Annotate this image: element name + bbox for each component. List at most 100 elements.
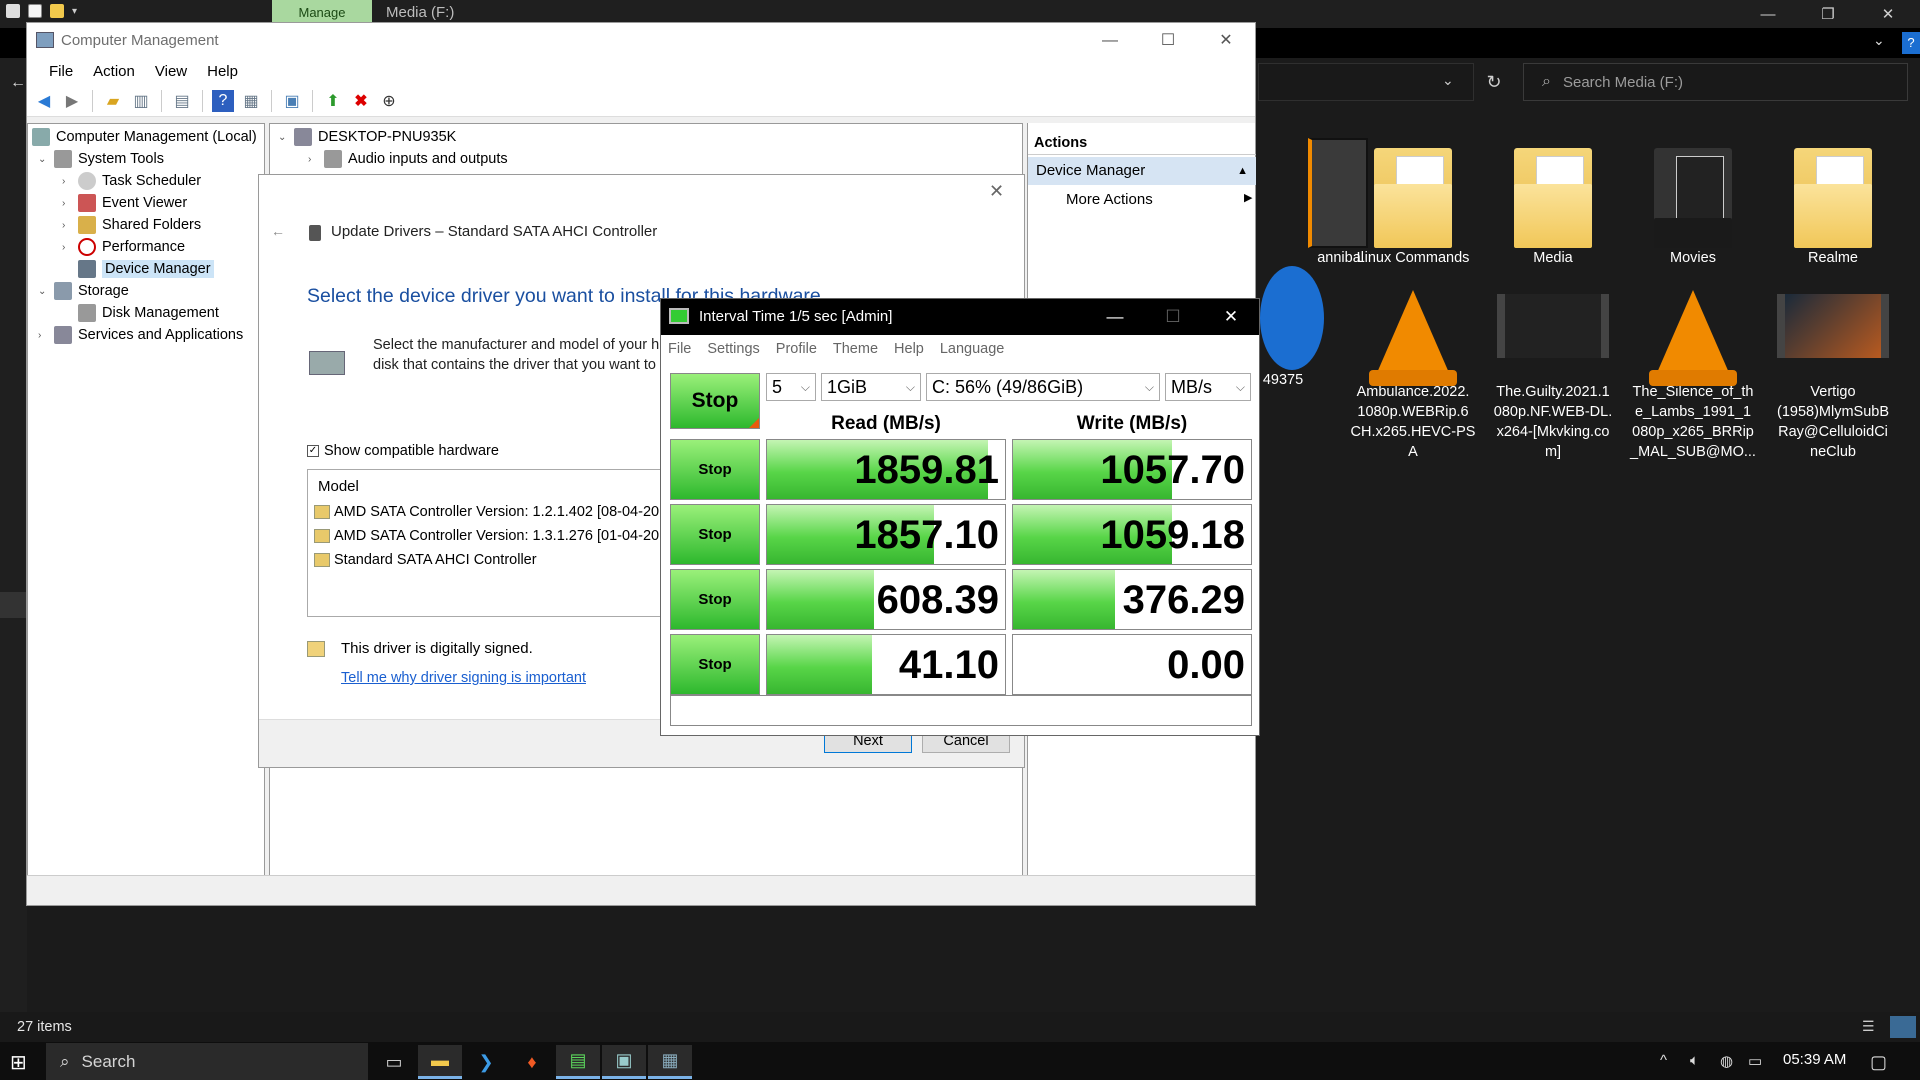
tree-item-task-scheduler[interactable]: › Task Scheduler: [62, 172, 201, 190]
menu-language[interactable]: Language: [940, 339, 1005, 357]
expand-icon[interactable]: ›: [62, 220, 72, 231]
address-dropdown-icon[interactable]: ⌄: [1442, 72, 1454, 89]
explorer-minimize-button[interactable]: —: [1740, 2, 1796, 28]
customize-toolbar-icon[interactable]: ▾: [72, 6, 77, 17]
tree-item-services[interactable]: › Services and Applications: [38, 326, 243, 344]
tree-item-system-tools[interactable]: ⌄ System Tools: [38, 150, 164, 168]
tree-item-performance[interactable]: › Performance: [62, 238, 185, 256]
test-size-select[interactable]: 1GiB ⌵: [821, 373, 921, 401]
menu-view[interactable]: View: [145, 59, 197, 85]
diskmark-close-button[interactable]: ✕: [1203, 301, 1259, 333]
expand-ribbon-icon[interactable]: ⌄: [1873, 32, 1885, 49]
model-list-item[interactable]: AMD SATA Controller Version: 1.2.1.402 […: [314, 504, 675, 520]
tab-manage[interactable]: Manage: [272, 0, 372, 22]
taskbar-search-box[interactable]: ⌕ Search: [46, 1043, 368, 1080]
diskmark-minimize-button[interactable]: —: [1087, 301, 1143, 333]
tree-item-event-viewer[interactable]: › Event Viewer: [62, 194, 187, 212]
row-stop-button[interactable]: Stop: [670, 634, 760, 695]
expand-icon[interactable]: ›: [62, 242, 72, 253]
diskmark-app-icon[interactable]: ▤: [556, 1045, 600, 1079]
properties-icon[interactable]: ▤: [171, 90, 193, 112]
volume-icon[interactable]: 🔈︎: [1690, 1052, 1699, 1069]
file-explorer-icon[interactable]: ▬: [418, 1045, 462, 1079]
show-hide-tree-icon[interactable]: ▥: [130, 90, 152, 112]
collapse-up-icon[interactable]: ▲: [1237, 157, 1248, 185]
collapse-icon[interactable]: ⌄: [38, 286, 48, 297]
menu-profile[interactable]: Profile: [776, 339, 817, 357]
windows-start-icon[interactable]: ⊞: [10, 1050, 27, 1075]
tree-item-root[interactable]: Computer Management (Local): [32, 128, 257, 146]
row-stop-button[interactable]: Stop: [670, 439, 760, 500]
new-folder-icon[interactable]: [50, 4, 64, 18]
scan-hardware-icon[interactable]: ▣: [281, 90, 303, 112]
driver-signing-link[interactable]: Tell me why driver signing is important: [341, 670, 586, 686]
help-icon[interactable]: ?: [212, 89, 234, 112]
battery-icon[interactable]: ▭: [1748, 1052, 1762, 1070]
file-item[interactable]: Realme: [1767, 130, 1899, 268]
device-tree-computer[interactable]: ⌄ DESKTOP-PNU935K: [278, 128, 456, 146]
notifications-icon[interactable]: ▢: [1870, 1052, 1887, 1073]
menu-action[interactable]: Action: [83, 59, 145, 85]
show-hidden-icons-icon[interactable]: ^: [1660, 1052, 1667, 1069]
back-icon[interactable]: ◀: [33, 90, 55, 112]
file-item[interactable]: The_Silence_of_th e_Lambs_1991_1 080p_x2…: [1627, 270, 1759, 462]
tree-item-device-manager[interactable]: Device Manager: [78, 260, 214, 278]
uninstall-device-icon[interactable]: ✖: [350, 90, 372, 112]
disable-device-icon[interactable]: ⊕: [378, 90, 400, 112]
brave-browser-icon[interactable]: ♦: [510, 1045, 554, 1079]
cm-minimize-button[interactable]: —: [1081, 25, 1139, 57]
back-arrow-icon[interactable]: [6, 4, 20, 18]
computer-management-app-icon[interactable]: ▦: [648, 1045, 692, 1079]
details-view-icon[interactable]: ☰: [1862, 1018, 1875, 1035]
menu-help[interactable]: Help: [197, 59, 248, 85]
expand-icon[interactable]: ›: [62, 198, 72, 209]
unit-select[interactable]: MB/s ⌵: [1165, 373, 1251, 401]
file-item[interactable]: Linux Commands: [1347, 130, 1479, 268]
menu-help[interactable]: Help: [894, 339, 924, 357]
large-icons-view-icon[interactable]: [1890, 1016, 1916, 1038]
network-icon[interactable]: ◍: [1720, 1052, 1733, 1070]
navigation-selected-item[interactable]: [0, 592, 27, 618]
expand-icon[interactable]: ›: [38, 330, 48, 341]
help-icon[interactable]: ?: [1902, 32, 1920, 54]
search-input[interactable]: ⌕ Search Media (F:): [1523, 63, 1908, 101]
more-actions[interactable]: More Actions ▶: [1066, 191, 1252, 208]
explorer-close-button[interactable]: ✕: [1860, 2, 1916, 28]
file-item[interactable]: Movies: [1627, 130, 1759, 268]
device-tree-audio[interactable]: › Audio inputs and outputs: [308, 150, 508, 168]
expand-icon[interactable]: ›: [62, 176, 72, 187]
tree-item-shared-folders[interactable]: › Shared Folders: [62, 216, 201, 234]
test-count-select[interactable]: 5 ⌵: [766, 373, 816, 401]
explorer-restore-button[interactable]: ❐: [1800, 2, 1856, 28]
cm-maximize-button[interactable]: ☐: [1139, 25, 1197, 57]
drive-select[interactable]: C: 56% (49/86GiB) ⌵: [926, 373, 1160, 401]
menu-settings[interactable]: Settings: [707, 339, 759, 357]
tree-item-storage[interactable]: ⌄ Storage: [38, 282, 129, 300]
file-item[interactable]: Ambulance.2022. 1080p.WEBRip.6 CH.x265.H…: [1347, 270, 1479, 462]
model-list-item[interactable]: AMD SATA Controller Version: 1.3.1.276 […: [314, 528, 675, 544]
vscode-icon[interactable]: ❯: [464, 1045, 508, 1079]
file-item[interactable]: Media: [1487, 130, 1619, 268]
expand-icon[interactable]: ›: [308, 154, 318, 165]
dialog-close-button[interactable]: ✕: [989, 181, 1004, 202]
action-pane-icon[interactable]: ▦: [240, 90, 262, 112]
menu-theme[interactable]: Theme: [833, 339, 878, 357]
nav-back-icon[interactable]: ←: [10, 74, 26, 92]
actions-device-manager[interactable]: Device Manager ▲: [1028, 157, 1256, 185]
model-list-item[interactable]: Standard SATA AHCI Controller: [314, 552, 537, 568]
taskbar-clock[interactable]: 05:39 AM: [1783, 1051, 1846, 1068]
task-view-icon[interactable]: ▭: [372, 1045, 416, 1079]
comment-input[interactable]: [670, 695, 1252, 726]
row-stop-button[interactable]: Stop: [670, 569, 760, 630]
stop-all-button[interactable]: Stop: [670, 373, 760, 429]
refresh-icon[interactable]: ↻: [1480, 68, 1508, 96]
show-compatible-checkbox[interactable]: ✓ Show compatible hardware: [307, 443, 499, 459]
up-folder-icon[interactable]: ▰: [102, 90, 124, 112]
tree-item-disk-management[interactable]: Disk Management: [78, 304, 219, 322]
update-driver-icon[interactable]: ⬆: [322, 90, 344, 112]
collapse-icon[interactable]: ⌄: [38, 154, 48, 165]
properties-icon[interactable]: [28, 4, 42, 18]
forward-icon[interactable]: ▶: [61, 90, 83, 112]
row-stop-button[interactable]: Stop: [670, 504, 760, 565]
file-item[interactable]: The.Guilty.2021.1 080p.NF.WEB-DL. x264-[…: [1487, 270, 1619, 462]
